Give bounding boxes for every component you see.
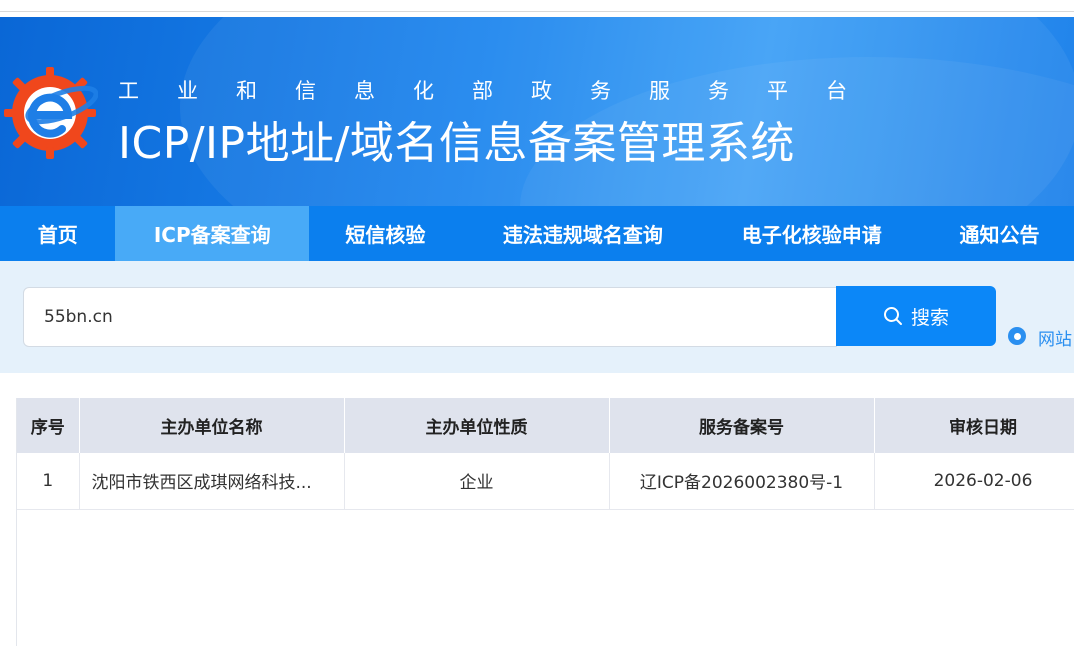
- nav-item-e-verify[interactable]: 电子化核验申请: [704, 206, 920, 261]
- search-icon: [883, 307, 902, 325]
- nav-item-sms-verify[interactable]: 短信核验: [309, 206, 462, 261]
- cell-org-type: 企业: [344, 453, 610, 510]
- main-nav: 首页 ICP备案查询 短信核验 违法违规域名查询 电子化核验申请 通知公告: [0, 206, 1074, 261]
- column-header-license: 服务备案号: [609, 398, 875, 453]
- cell-license[interactable]: 辽ICP备2026002380号-1: [609, 453, 875, 510]
- banner-subtitle: 工业和信息化部政务服务平台: [118, 79, 885, 103]
- cell-org-name[interactable]: 沈阳市铁西区成琪网络科技...: [79, 453, 345, 510]
- page-title: ICP/IP地址/域名信息备案管理系统: [118, 118, 795, 169]
- website-radio-label[interactable]: 网站: [1038, 325, 1072, 350]
- nav-item-illegal-domain[interactable]: 违法违规域名查询: [462, 206, 704, 261]
- nav-item-icp-query[interactable]: ICP备案查询: [115, 206, 310, 261]
- header-banner: 工业和信息化部政务服务平台 ICP/IP地址/域名信息备案管理系统: [0, 17, 1074, 206]
- column-header-org-name: 主办单位名称: [79, 398, 345, 453]
- search-button[interactable]: 搜索: [836, 286, 996, 346]
- column-header-index: 序号: [17, 398, 80, 453]
- cell-index: 1: [17, 453, 80, 510]
- nav-item-home[interactable]: 首页: [0, 206, 115, 261]
- table-row[interactable]: 1 沈阳市铁西区成琪网络科技... 企业 辽ICP备2026002380号-1 …: [17, 453, 1074, 510]
- results-table-container: 序号 主办单位名称 主办单位性质 服务备案号 审核日期 1 沈阳市铁西区成琪网络…: [16, 398, 1074, 646]
- table-header-row: 序号 主办单位名称 主办单位性质 服务备案号 审核日期: [17, 398, 1074, 453]
- results-table: 序号 主办单位名称 主办单位性质 服务备案号 审核日期 1 沈阳市铁西区成琪网络…: [17, 398, 1074, 510]
- search-input[interactable]: 55bn.cn: [23, 287, 837, 347]
- search-area: 55bn.cn 搜索 网站: [0, 261, 1074, 373]
- search-input-value: 55bn.cn: [44, 307, 113, 327]
- website-radio[interactable]: [1008, 327, 1026, 345]
- column-header-date: 审核日期: [874, 398, 1074, 453]
- column-header-org-type: 主办单位性质: [344, 398, 610, 453]
- search-button-label: 搜索: [910, 306, 949, 329]
- miit-logo-icon: [4, 67, 98, 159]
- browser-top-strip: [0, 0, 1074, 12]
- cell-date: 2026-02-06: [874, 453, 1074, 510]
- nav-item-notices[interactable]: 通知公告: [920, 206, 1074, 261]
